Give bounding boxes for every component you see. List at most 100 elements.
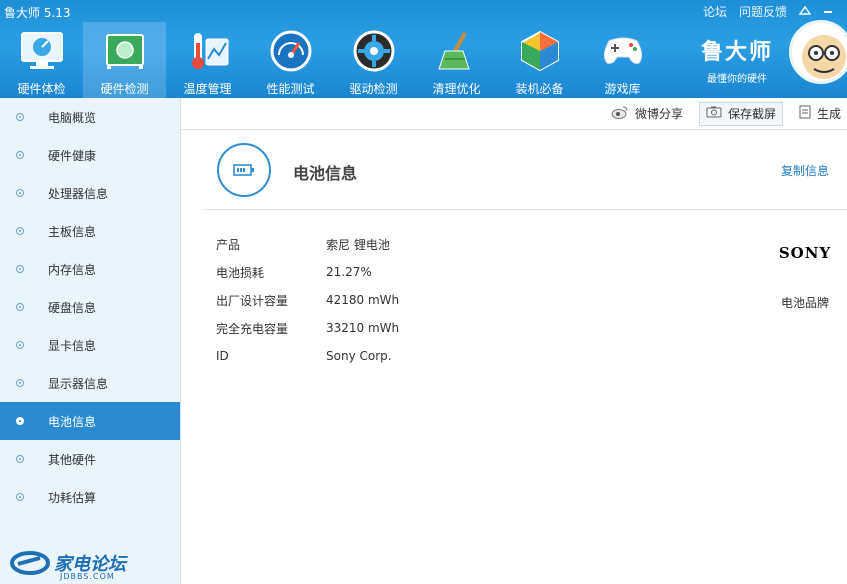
- weibo-icon: [611, 105, 629, 122]
- tool-hardware-detect[interactable]: 硬件检测: [83, 22, 166, 98]
- tool-label: 硬件检测: [100, 82, 149, 96]
- sidebar-item-label: 显卡信息: [48, 338, 97, 353]
- bullet-icon: [16, 341, 24, 349]
- driver-gear-icon: [351, 28, 397, 74]
- sidebar-item-label: 其他硬件: [48, 452, 97, 467]
- tool-hardware-checkup[interactable]: 硬件体检: [0, 22, 83, 98]
- info-value: 42180 mWh: [326, 293, 400, 307]
- title-bar: 鲁大师 5.13 论坛 问题反馈 硬件体检 硬件检测 温度管理 性能测试 驱动检…: [0, 0, 847, 98]
- section-title: 电池信息: [293, 164, 358, 183]
- info-key: 电池损耗: [216, 265, 265, 280]
- tool-label: 性能测试: [266, 82, 315, 96]
- cube-icon: [517, 28, 563, 74]
- skin-icon[interactable]: [798, 5, 812, 18]
- sidebar-item-power[interactable]: 功耗估算: [0, 478, 180, 516]
- sidebar-item-label: 电池信息: [48, 414, 97, 429]
- section-header: 电池信息 复制信息: [203, 130, 847, 210]
- brand-logo: SONY: [769, 218, 841, 288]
- tool-temperature[interactable]: 温度管理: [166, 22, 249, 98]
- sidebar-item-motherboard[interactable]: 主板信息: [0, 212, 180, 250]
- tool-label: 清理优化: [432, 82, 481, 96]
- sidebar-item-overview[interactable]: 电脑概览: [0, 98, 180, 136]
- info-key: 出厂设计容量: [216, 293, 289, 308]
- tool-label: 温度管理: [183, 82, 232, 96]
- bullet-icon: [16, 417, 24, 425]
- feedback-link[interactable]: 问题反馈: [739, 3, 787, 20]
- minimize-icon[interactable]: [823, 5, 833, 18]
- weibo-share-label: 微博分享: [634, 107, 683, 121]
- tool-label: 装机必备: [515, 82, 564, 96]
- info-key: 产品: [216, 237, 241, 252]
- sidebar-item-label: 显示器信息: [48, 376, 109, 391]
- battery-brand: SONY 电池品牌: [769, 218, 841, 311]
- bullet-icon: [16, 189, 24, 197]
- generate-report-button[interactable]: 生成: [793, 102, 847, 126]
- bullet-icon: [16, 493, 24, 501]
- battery-icon: [233, 164, 254, 176]
- sidebar-item-cpu[interactable]: 处理器信息: [0, 174, 180, 212]
- forum-logo-sub: JDBBS.COM: [60, 572, 115, 581]
- mascot-avatar[interactable]: [789, 20, 847, 84]
- info-row: 产品 索尼 锂电池: [216, 230, 399, 258]
- tool-performance[interactable]: 性能测试: [249, 22, 332, 98]
- sidebar-item-health[interactable]: 硬件健康: [0, 136, 180, 174]
- brand-label: 电池品牌: [780, 296, 829, 310]
- info-value: 33210 mWh: [326, 321, 400, 335]
- tool-label: 游戏库: [604, 82, 641, 96]
- sidebar-item-gpu[interactable]: 显卡信息: [0, 326, 180, 364]
- sidebar-item-label: 硬件健康: [48, 148, 97, 163]
- sidebar-item-memory[interactable]: 内存信息: [0, 250, 180, 288]
- info-row: 电池损耗 21.27%: [216, 258, 399, 286]
- camera-icon: [706, 106, 722, 121]
- sidebar-item-label: 电脑概览: [48, 110, 97, 125]
- action-bar: 微博分享 保存截屏 生成: [181, 98, 847, 130]
- speedometer-icon: [268, 28, 314, 74]
- battery-badge: [217, 143, 271, 197]
- bullet-icon: [16, 151, 24, 159]
- tool-essentials[interactable]: 装机必备: [498, 22, 581, 98]
- sidebar-item-label: 内存信息: [48, 262, 97, 277]
- brand-slogan: 最懂你的硬件: [706, 74, 767, 85]
- tool-label: 驱动检测: [349, 82, 398, 96]
- forum-link[interactable]: 论坛: [703, 3, 727, 20]
- circuit-board-icon: [102, 28, 148, 74]
- tool-games[interactable]: 游戏库: [581, 22, 664, 98]
- copy-info-link[interactable]: 复制信息: [781, 162, 829, 179]
- tool-cleanup[interactable]: 清理优化: [415, 22, 498, 98]
- forum-swoosh-icon: [10, 551, 50, 575]
- info-row: 完全充电容量 33210 mWh: [216, 314, 399, 342]
- monitor-icon: [19, 28, 65, 74]
- save-screenshot-button[interactable]: 保存截屏: [698, 101, 783, 126]
- sidebar-item-label: 功耗估算: [48, 490, 97, 505]
- sidebar-item-display[interactable]: 显示器信息: [0, 364, 180, 402]
- info-key: 完全充电容量: [216, 321, 289, 336]
- forum-watermark: 家电论坛 JDBBS.COM: [10, 550, 126, 581]
- tool-driver[interactable]: 驱动检测: [332, 22, 415, 98]
- info-key: ID: [216, 349, 229, 363]
- sidebar-item-battery[interactable]: 电池信息: [0, 402, 180, 440]
- bullet-icon: [16, 303, 24, 311]
- top-links: 论坛 问题反馈: [703, 3, 833, 20]
- app-title: 鲁大师 5.13: [4, 6, 71, 20]
- info-value: Sony Corp.: [326, 349, 392, 363]
- bullet-icon: [16, 379, 24, 387]
- sidebar-item-other[interactable]: 其他硬件: [0, 440, 180, 478]
- sidebar-item-label: 硬盘信息: [48, 300, 97, 315]
- bullet-icon: [16, 455, 24, 463]
- weibo-share-button[interactable]: 微博分享: [605, 102, 689, 126]
- document-icon: [799, 105, 811, 122]
- brand-name: 鲁大师: [700, 40, 773, 65]
- save-screenshot-label: 保存截屏: [727, 107, 776, 121]
- sidebar-item-disk[interactable]: 硬盘信息: [0, 288, 180, 326]
- tool-label: 硬件体检: [17, 82, 66, 96]
- bullet-icon: [16, 227, 24, 235]
- info-row: 出厂设计容量 42180 mWh: [216, 286, 399, 314]
- sidebar-item-label: 主板信息: [48, 224, 97, 239]
- main-toolbar: 硬件体检 硬件检测 温度管理 性能测试 驱动检测 清理优化 装机必备 游戏库: [0, 22, 664, 98]
- brand: 鲁大师 最懂你的硬件: [701, 34, 773, 85]
- generate-report-label: 生成: [816, 107, 841, 121]
- main-content: 电池信息 复制信息 产品 索尼 锂电池 电池损耗 21.27% 出厂设计容量 4218…: [181, 130, 847, 584]
- bullet-icon: [16, 265, 24, 273]
- info-value: 21.27%: [326, 265, 372, 279]
- info-row: ID Sony Corp.: [216, 342, 399, 370]
